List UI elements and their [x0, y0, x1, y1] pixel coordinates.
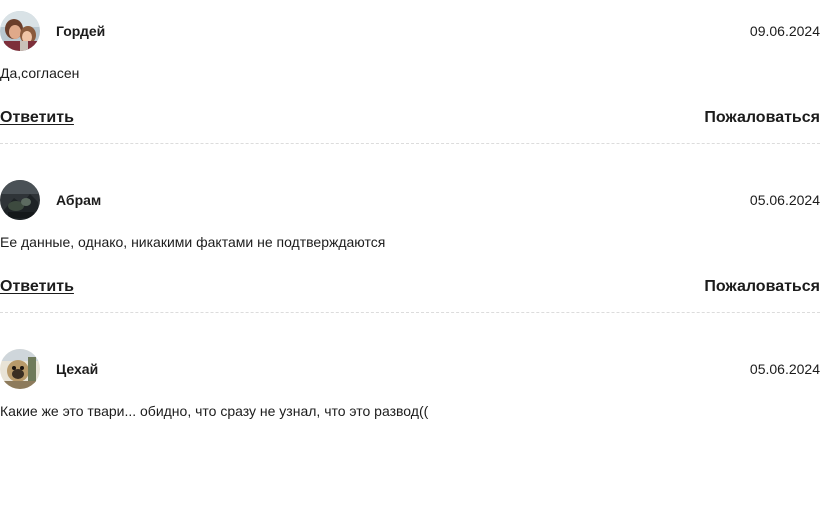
comments-list: Гордей 09.06.2024 Да,согласен Ответить П… — [0, 0, 820, 507]
comment-author: Абрам — [56, 192, 102, 208]
comment-date: 05.06.2024 — [749, 361, 820, 377]
comment-header: Цехай 05.06.2024 — [0, 349, 820, 389]
report-link[interactable]: Пожаловаться — [704, 277, 820, 297]
comment-text: Да,согласен — [0, 65, 80, 81]
comment-text: Ее данные, однако, никакими фактами не п… — [0, 234, 386, 250]
reply-link[interactable]: Ответить — [0, 277, 74, 297]
avatar-photo-icon — [0, 180, 40, 220]
user-avatar[interactable] — [0, 349, 40, 389]
comment-divider — [0, 143, 820, 144]
reply-link[interactable]: Ответить — [0, 108, 74, 128]
comment-header: Абрам 05.06.2024 — [0, 180, 820, 220]
comment-actions: Ответить Пожаловаться — [0, 108, 820, 130]
comment-author: Гордей — [56, 23, 106, 39]
comment-author: Цехай — [56, 361, 99, 377]
comment-divider — [0, 312, 820, 313]
comment-actions: Ответить Пожаловаться — [0, 277, 820, 299]
comment-header: Гордей 09.06.2024 — [0, 11, 820, 51]
comment-item: Цехай 05.06.2024 Какие же это твари... о… — [0, 338, 820, 507]
report-link[interactable]: Пожаловаться — [704, 108, 820, 128]
avatar-photo-icon — [0, 11, 40, 51]
user-avatar[interactable] — [0, 11, 40, 51]
comment-date: 09.06.2024 — [749, 23, 820, 39]
comment-text: Какие же это твари... обидно, что сразу … — [0, 403, 429, 419]
comment-item: Абрам 05.06.2024 Ее данные, однако, ника… — [0, 169, 820, 338]
comment-date: 05.06.2024 — [749, 192, 820, 208]
avatar-photo-icon — [0, 349, 40, 389]
user-avatar[interactable] — [0, 180, 40, 220]
comment-item: Гордей 09.06.2024 Да,согласен Ответить П… — [0, 0, 820, 169]
